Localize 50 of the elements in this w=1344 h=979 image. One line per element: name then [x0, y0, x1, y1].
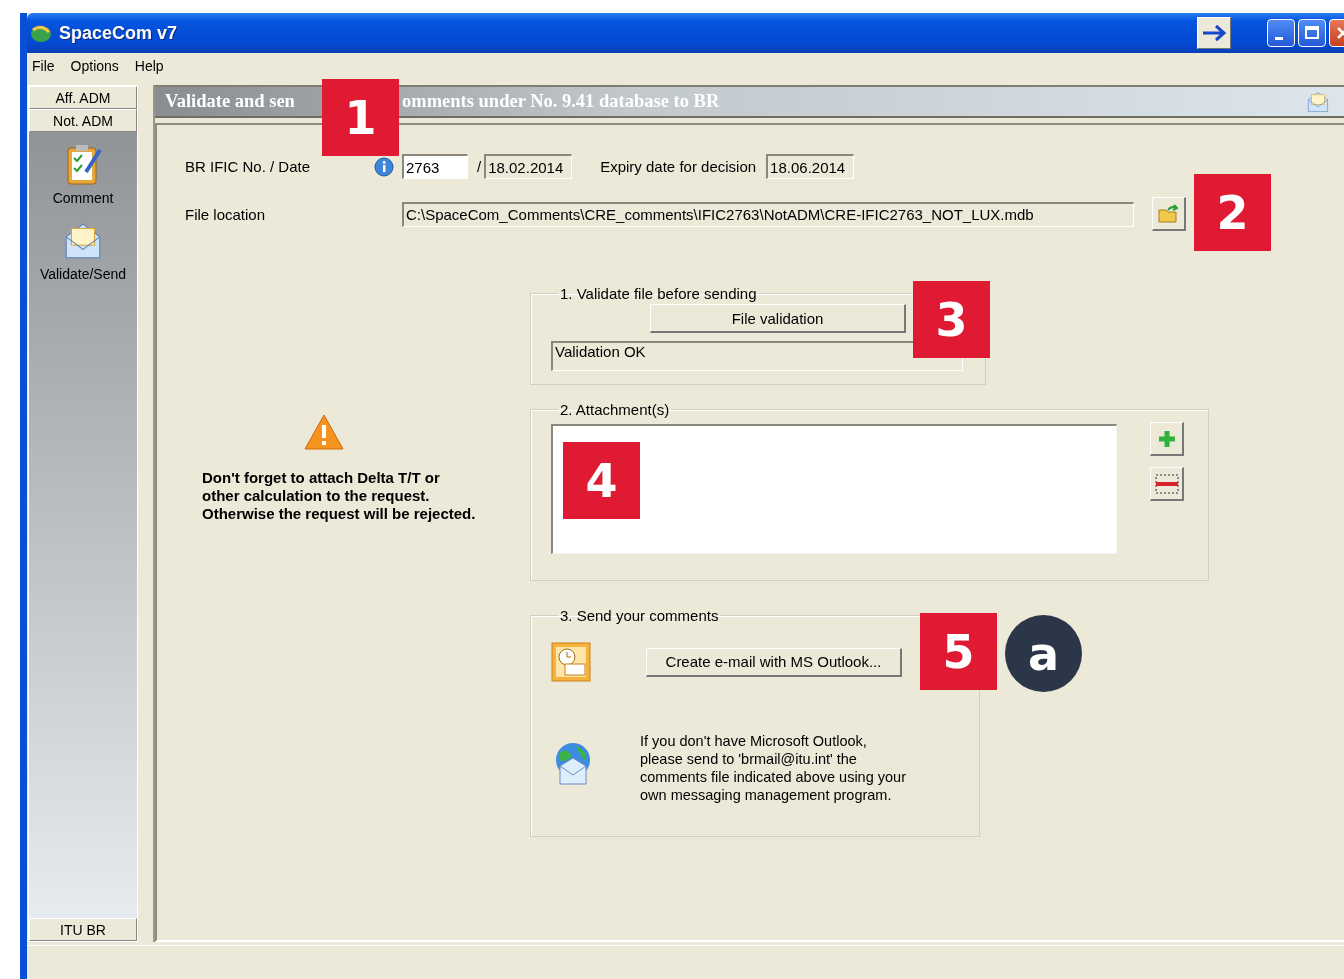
warning-text: Don't forget to attach Delta T/T or other calculation to the request. Otherwise the request will be rejected.	[202, 469, 477, 523]
info-icon	[374, 156, 394, 177]
attachments-list[interactable]	[551, 424, 1117, 554]
expiry-date-field: 18.06.2014	[766, 154, 855, 179]
outlook-note: If you don't have Microsoft Outlook, please send to 'brmail@itu.int' the comments file indicated above using your own messaging management program.	[640, 732, 906, 804]
maximize-button[interactable]	[1298, 19, 1326, 47]
field-label: BR IFIC No. / Date	[185, 158, 312, 175]
sidebar-tab[interactable]: Aff. ADM	[29, 86, 137, 109]
globe-envelope-icon	[554, 742, 592, 786]
ific-number-field[interactable]: 2763	[402, 154, 468, 179]
group-title: 2. Attachment(s)	[559, 401, 671, 418]
callout-marker: 3	[913, 281, 990, 358]
field-label: Expiry date for decision	[600, 158, 757, 175]
menu-item[interactable]: File	[32, 57, 55, 74]
field-label: File location	[185, 205, 267, 223]
arrow-icon	[1201, 24, 1227, 42]
separator: /	[477, 158, 482, 175]
plus-icon	[1156, 428, 1177, 449]
file-validation-button[interactable]: File validation	[650, 304, 906, 333]
group-title: 3. Send your comments	[559, 607, 720, 624]
sidebar-tab[interactable]: Not. ADM	[29, 109, 137, 132]
window-title: SpaceCom v7	[59, 22, 179, 44]
folder-button[interactable]	[1152, 197, 1186, 231]
callout-marker: 5	[920, 613, 997, 690]
validation-result-field: Validation OK	[551, 341, 963, 371]
minimize-icon	[1275, 36, 1283, 40]
remove-button[interactable]	[1150, 467, 1184, 501]
group-title: 1. Validate file before sending	[559, 285, 758, 302]
arrow-button[interactable]	[1197, 17, 1231, 49]
callout-marker: 2	[1194, 174, 1271, 251]
envelope-icon	[1306, 89, 1330, 114]
sidebar-item[interactable]: Validate/Send	[39, 266, 127, 282]
warning-icon	[303, 413, 345, 451]
callout-marker: 1	[322, 79, 399, 156]
callout-marker: 4	[563, 442, 640, 519]
maximize-icon	[1304, 25, 1320, 41]
folder-icon	[1157, 203, 1180, 224]
sidebar-item[interactable]: Comment	[52, 190, 114, 206]
header-title: omments under No. 9.41 database to BR	[402, 91, 721, 112]
add-button[interactable]	[1150, 422, 1184, 456]
menu-item[interactable]: Help	[134, 57, 164, 74]
clock-envelope-icon	[551, 642, 591, 682]
sidebar-tab[interactable]: ITU BR	[29, 918, 137, 941]
menu-item[interactable]: Options	[70, 57, 119, 74]
create-email-button[interactable]: Create e-mail with MS Outlook...	[646, 647, 902, 677]
ific-date-field: 18.02.2014	[484, 154, 573, 179]
file-location-field: C:\SpaceCom_Comments\CRE_comments\IFIC2763\NotADM\CRE-IFIC2763_NOT_LUX.mdb	[402, 201, 1134, 227]
minimize-button[interactable]	[1267, 19, 1295, 47]
header-title: Validate and sen	[165, 91, 296, 112]
minus-icon	[1153, 471, 1180, 496]
